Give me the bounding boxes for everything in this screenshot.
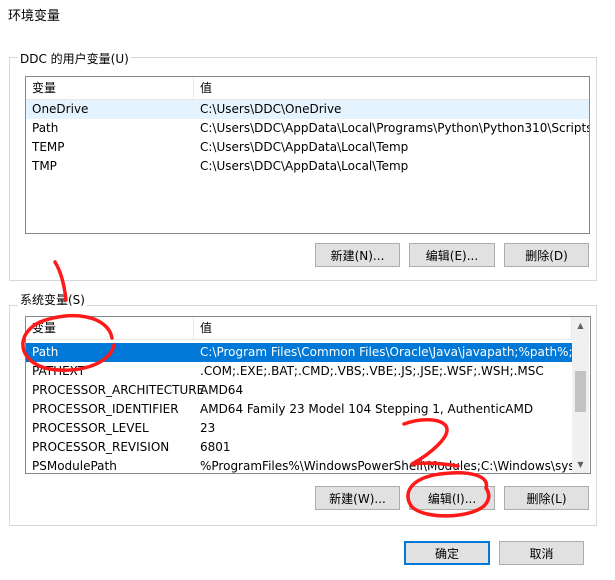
system-delete-button[interactable]: 删除(L) — [504, 486, 589, 510]
table-row[interactable]: TMP C:\Users\DDC\AppData\Local\Temp — [26, 157, 589, 176]
variable-name: PSModulePath — [32, 459, 117, 473]
ok-button[interactable]: 确定 — [404, 541, 490, 565]
scroll-up-arrow-icon[interactable]: ▲ — [572, 317, 589, 334]
table-row[interactable]: PROCESSOR_IDENTIFIER AMD64 Family 23 Mod… — [26, 400, 573, 419]
table-row[interactable]: PSModulePath %ProgramFiles%\WindowsPower… — [26, 457, 573, 473]
variable-value: 6801 — [200, 440, 231, 454]
variable-value: .COM;.EXE;.BAT;.CMD;.VBS;.VBE;.JS;.JSE;.… — [200, 364, 544, 378]
window-title: 环境变量 — [8, 9, 61, 24]
user-variables-label: DDC 的用户变量(U) — [18, 50, 131, 67]
variable-name: OneDrive — [32, 102, 89, 116]
column-header-value[interactable]: 值 — [194, 77, 589, 99]
variable-name: PROCESSOR_IDENTIFIER — [32, 402, 179, 416]
variable-value: 23 — [200, 421, 216, 435]
variable-value: %ProgramFiles%\WindowsPowerShell\Modules… — [200, 459, 573, 473]
user-delete-button[interactable]: 删除(D) — [504, 243, 589, 267]
system-new-button[interactable]: 新建(W)... — [315, 486, 400, 510]
system-edit-button[interactable]: 编辑(I)... — [409, 486, 495, 510]
variable-name: PROCESSOR_ARCHITECTURE — [32, 383, 205, 397]
variable-value: C:\Users\DDC\AppData\Local\Temp — [200, 140, 409, 154]
column-header-value[interactable]: 值 — [194, 317, 572, 339]
title-bar: 环境变量 — [0, 0, 615, 28]
variable-name: Path — [32, 345, 59, 359]
table-row[interactable]: TEMP C:\Users\DDC\AppData\Local\Temp — [26, 138, 589, 157]
variable-name: PROCESSOR_REVISION — [32, 440, 170, 454]
table-row[interactable]: OneDrive C:\Users\DDC\OneDrive — [26, 100, 589, 119]
column-header-variable[interactable]: 变量 — [26, 317, 194, 339]
variable-value: C:\Users\DDC\AppData\Local\Temp — [200, 159, 409, 173]
list-header: 变量 值 — [26, 317, 590, 340]
user-new-button[interactable]: 新建(N)... — [315, 243, 400, 267]
table-row[interactable]: PROCESSOR_REVISION 6801 — [26, 438, 573, 457]
list-header: 变量 值 — [26, 77, 589, 100]
variable-name: TMP — [32, 159, 57, 173]
table-row[interactable]: Path C:\Users\DDC\AppData\Local\Programs… — [26, 119, 589, 138]
system-list-scrollbar[interactable]: ▲ ▼ — [572, 317, 589, 473]
column-header-variable[interactable]: 变量 — [26, 77, 194, 99]
variable-name: PATHEXT — [32, 364, 86, 378]
user-variables-list[interactable]: 变量 值 OneDrive C:\Users\DDC\OneDrive Path… — [25, 76, 590, 234]
variable-value: C:\Users\DDC\AppData\Local\Programs\Pyth… — [200, 121, 589, 135]
variable-name: TEMP — [32, 140, 65, 154]
table-row[interactable]: PATHEXT .COM;.EXE;.BAT;.CMD;.VBS;.VBE;.J… — [26, 362, 573, 381]
variable-value: AMD64 — [200, 383, 244, 397]
table-row[interactable]: PROCESSOR_LEVEL 23 — [26, 419, 573, 438]
system-variables-label: 系统变量(S) — [18, 291, 87, 308]
user-edit-button[interactable]: 编辑(E)... — [409, 243, 495, 267]
table-row[interactable]: PROCESSOR_ARCHITECTURE AMD64 — [26, 381, 573, 400]
scrollbar-thumb[interactable] — [575, 371, 586, 412]
cancel-button[interactable]: 取消 — [499, 541, 584, 565]
variable-name: Path — [32, 121, 59, 135]
table-row-selected[interactable]: Path C:\Program Files\Common Files\Oracl… — [26, 343, 573, 362]
scroll-down-arrow-icon[interactable]: ▼ — [572, 456, 589, 473]
system-variables-list[interactable]: 变量 值 Path C:\Program Files\Common Files\… — [25, 316, 591, 474]
variable-value: C:\Program Files\Common Files\Oracle\Jav… — [200, 345, 573, 359]
variable-name: PROCESSOR_LEVEL — [32, 421, 149, 435]
variable-value: AMD64 Family 23 Model 104 Stepping 1, Au… — [200, 402, 534, 416]
variable-value: C:\Users\DDC\OneDrive — [200, 102, 342, 116]
